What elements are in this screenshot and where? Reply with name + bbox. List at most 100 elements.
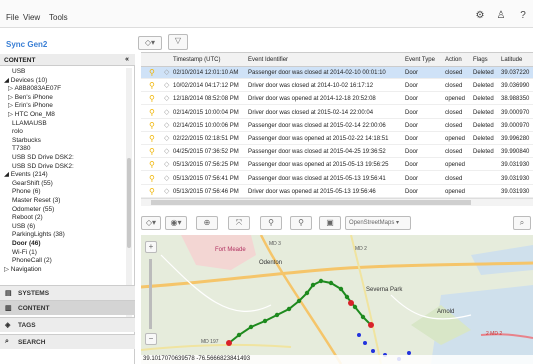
map-pin-icon[interactable]: ⚲ xyxy=(149,69,155,77)
tree-item[interactable]: USB (6) xyxy=(12,223,35,231)
menu-file[interactable]: File xyxy=(6,13,19,22)
table-cell: Door xyxy=(405,149,419,156)
table-cell: Driver door was opened at 2015-05-13 19:… xyxy=(248,188,376,195)
nav-search[interactable]: ⌕ SEARCH xyxy=(0,334,135,349)
table-row[interactable]: ⚲ ◇ 05/13/2015 07:56:25 PM Passenger door w… xyxy=(141,159,533,172)
tree-item[interactable]: ParkingLights (38) xyxy=(12,231,65,239)
help-icon[interactable]: ? xyxy=(518,11,528,21)
tag-icon[interactable]: ◇ xyxy=(164,175,171,183)
tree-item[interactable]: ▷ A8B8083AE07F xyxy=(8,85,61,93)
tree-item[interactable]: ▷ HTC One_M8 xyxy=(8,111,55,119)
fit-icon[interactable]: ⤧ xyxy=(228,216,250,230)
table-cell: Door xyxy=(405,188,419,195)
user-icon[interactable]: ♙ xyxy=(496,11,506,21)
tag-icon[interactable]: ◇ xyxy=(164,109,171,117)
tree-item[interactable]: Reboot (2) xyxy=(12,214,43,222)
map-pin-icon[interactable]: ⚲ xyxy=(149,135,155,143)
col-event-type[interactable]: Event Type xyxy=(405,54,441,66)
zoom-slider-track[interactable] xyxy=(149,259,152,329)
tree-item[interactable]: ◢ Devices (10) xyxy=(4,77,47,85)
table-row[interactable]: ⚲ ◇ 02/22/2015 02:18:51 PM Passenger door w… xyxy=(141,133,533,145)
map-pin-icon[interactable]: ⚲ xyxy=(149,187,155,196)
table-cell: Driver door was closed at 2014-10-02 16:… xyxy=(248,83,374,90)
map-pin-icon[interactable]: ⚲ xyxy=(149,95,155,103)
table-row[interactable]: ⚲ ◇ 04/25/2015 07:36:52 PM Passenger door w… xyxy=(141,146,533,159)
nav-content[interactable]: ▥ CONTENT xyxy=(0,300,135,315)
map-pin-icon[interactable]: ⚲ xyxy=(149,82,155,90)
tree-item[interactable]: Master Reset (3) xyxy=(12,197,60,205)
tag-icon[interactable]: ◇ xyxy=(164,95,171,103)
tag-icon[interactable]: ◇ xyxy=(164,122,171,130)
table-row[interactable]: ⚲ ◇ 02/14/2015 10:00:04 PM Driver door was … xyxy=(141,107,533,119)
map-provider-select[interactable]: OpenStreetMaps ▾ xyxy=(345,216,411,230)
gear-icon[interactable]: ⚙ xyxy=(475,11,485,21)
table-row[interactable]: ⚲ ◇ 10/02/2014 04:17:12 PM Driver door was … xyxy=(141,80,533,93)
menu-view[interactable]: View xyxy=(23,13,40,22)
tree-item[interactable]: USB SD Drive DSK2: xyxy=(12,154,74,162)
map-tag-button[interactable]: ◇▾ xyxy=(141,216,161,230)
col-action[interactable]: Action xyxy=(445,54,471,66)
col-flags[interactable]: Flags xyxy=(473,54,497,66)
clear-pin-icon[interactable]: ⚲ xyxy=(290,216,312,230)
tree-item[interactable]: USB SD Drive DSK2: xyxy=(12,163,74,171)
col-event-identifier[interactable]: Event Identifier xyxy=(248,54,388,66)
collapse-sidebar-button[interactable]: « xyxy=(125,56,129,63)
table-row[interactable]: ⚲ ◇ 05/13/2015 07:56:41 PM Passenger door w… xyxy=(141,173,533,185)
tag-icon[interactable]: ◇ xyxy=(164,188,171,196)
tag-icon[interactable]: ◇ xyxy=(164,135,171,143)
scroll-thumb[interactable] xyxy=(127,158,131,248)
tree-item[interactable]: ▷ Erin's iPhone xyxy=(8,102,53,110)
menu-tools[interactable]: Tools xyxy=(49,13,68,22)
tree-item[interactable]: ▷ Navigation xyxy=(4,266,42,274)
scroll-thumb[interactable] xyxy=(151,200,471,205)
search-icon[interactable]: ⌕ xyxy=(513,216,531,230)
tree-item[interactable]: Odometer (55) xyxy=(12,206,54,214)
tree-item[interactable]: ◢ Events (214) xyxy=(4,171,48,179)
tree-item[interactable]: USB xyxy=(12,68,25,76)
zoom-in-button[interactable]: + xyxy=(145,241,157,253)
tag-icon[interactable]: ◇ xyxy=(164,148,171,156)
table-header: Timestamp (UTC) Event Identifier Event T… xyxy=(141,53,533,67)
tree-item[interactable]: LLAMAUSB xyxy=(12,120,47,128)
table-cell: Passenger door was closed at 2015-02-14 … xyxy=(248,122,386,129)
table-row[interactable]: ⚲ ◇ 02/14/2015 10:00:06 PM Passenger door w… xyxy=(141,120,533,132)
col-timestamp[interactable]: Timestamp (UTC) xyxy=(173,54,243,66)
nav-systems[interactable]: ▤ SYSTEMS xyxy=(0,285,135,300)
table-row[interactable]: ⚲ ◇ 02/10/2014 12:01:10 AM Passenger door w… xyxy=(141,67,533,79)
tag-icon[interactable]: ◇ xyxy=(164,69,171,77)
map-pin-icon[interactable]: ⚲ xyxy=(149,174,155,183)
tree-item[interactable]: ▷ Ben's iPhone xyxy=(8,94,53,102)
map-view[interactable]: Fort Meade Odenton Severna Park Arnold M… xyxy=(141,235,533,364)
screenshot-icon[interactable]: ▣ xyxy=(319,216,341,230)
map-pin-icon[interactable]: ⚲ xyxy=(149,148,155,156)
tree-item[interactable]: Phone (6) xyxy=(12,188,41,196)
place-arnold: Arnold xyxy=(437,309,454,315)
nav-tags[interactable]: ◈ TAGS xyxy=(0,317,135,332)
nav-label: CONTENT xyxy=(18,305,50,312)
map-pin-icon[interactable]: ⚲ xyxy=(149,121,155,130)
map-pin-icon[interactable]: ⚲ xyxy=(149,161,155,169)
tree-item[interactable]: Door (46) xyxy=(12,240,41,248)
tree-item[interactable]: T7380 xyxy=(12,145,30,153)
tag-dropdown-button[interactable]: ◇▾ xyxy=(138,36,162,50)
table-horizontal-scrollbar[interactable] xyxy=(141,198,533,206)
map-view-button[interactable]: ◉▾ xyxy=(165,216,187,230)
tree-item[interactable]: PhoneCall (2) xyxy=(12,257,52,265)
table-row[interactable]: ⚲ ◇ 05/13/2015 07:56:46 PM Driver door was … xyxy=(141,186,533,198)
table-cell: 02/10/2014 12:01:10 AM xyxy=(173,70,239,76)
map-pin-icon[interactable]: ⚲ xyxy=(149,108,155,117)
col-latitude[interactable]: Latitude xyxy=(501,54,533,66)
tag-icon[interactable]: ◇ xyxy=(164,82,171,90)
table-row[interactable]: ⚲ ◇ 12/18/2014 08:52:08 PM Driver door was … xyxy=(141,93,533,106)
tag-icon[interactable]: ◇ xyxy=(164,161,171,169)
place-severna-park: Severna Park xyxy=(366,287,403,293)
tree-item[interactable]: GearShift (55) xyxy=(12,180,53,188)
zoom-out-button[interactable]: − xyxy=(145,333,157,345)
tree-item[interactable]: rolo xyxy=(12,128,23,136)
pin-icon[interactable]: ⚲ xyxy=(260,216,282,230)
place-fort-meade: Fort Meade xyxy=(215,247,246,253)
tree-item[interactable]: Wi-Fi (1) xyxy=(12,249,37,257)
tree-item[interactable]: Starbucks xyxy=(12,137,41,145)
center-icon[interactable]: ⊕ xyxy=(196,216,218,230)
filter-icon[interactable]: ▽ xyxy=(168,34,188,50)
